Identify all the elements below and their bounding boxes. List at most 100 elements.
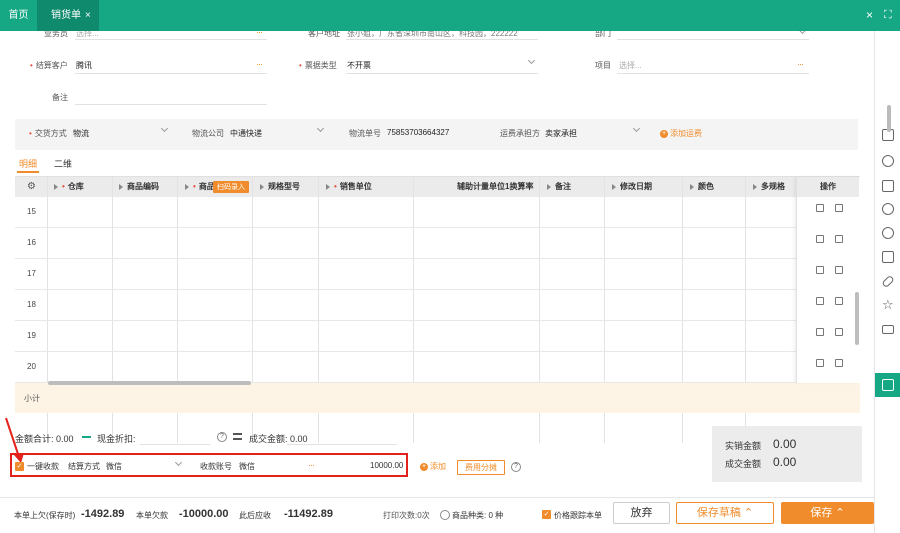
col-color[interactable]: 颜色 bbox=[690, 177, 714, 197]
copy-icon[interactable] bbox=[835, 297, 843, 305]
col-product-code[interactable]: 商品编码 bbox=[119, 177, 159, 197]
after-receivable-value: -11492.89 bbox=[284, 508, 333, 520]
copy-icon[interactable] bbox=[835, 359, 843, 367]
truck-icon[interactable] bbox=[882, 325, 894, 334]
col-spec[interactable]: 规格型号 bbox=[260, 177, 300, 197]
logistics-company-label: 物流公司 bbox=[192, 129, 224, 138]
settle-method-label: 结算方式 bbox=[68, 462, 100, 471]
account-input[interactable]: 微信 bbox=[239, 461, 255, 472]
one-click-collect-checkbox[interactable]: ✓ bbox=[15, 462, 24, 471]
discard-button[interactable]: 放弃 bbox=[613, 502, 670, 524]
table-row[interactable]: 19 bbox=[15, 321, 860, 352]
invoice-type-chevron-icon[interactable] bbox=[527, 56, 536, 65]
deal-amount-underline bbox=[287, 444, 397, 445]
page-scrollbar[interactable] bbox=[887, 105, 891, 132]
freight-payer-label: 运费承担方 bbox=[500, 129, 540, 138]
table-row[interactable]: 16 bbox=[15, 228, 860, 259]
project-picker-icon[interactable]: ··· bbox=[797, 59, 804, 69]
shield-icon[interactable] bbox=[882, 155, 894, 167]
close-tab-icon[interactable]: × bbox=[85, 10, 91, 21]
col-sales-unit[interactable]: • 销售单位 bbox=[326, 177, 372, 197]
remark-input[interactable] bbox=[75, 104, 267, 105]
delete-icon[interactable] bbox=[816, 266, 824, 274]
scan-entry-tag[interactable]: 扫码录入 bbox=[213, 181, 249, 193]
project-input[interactable]: 选择... bbox=[619, 60, 642, 71]
invoice-type-select[interactable]: 不开票 bbox=[347, 60, 371, 71]
grid-settings-icon[interactable]: ⚙ bbox=[27, 177, 36, 197]
fee-split-button[interactable]: 费用分摊 bbox=[457, 460, 505, 475]
star-icon[interactable]: ☆ bbox=[882, 298, 894, 311]
smile-icon[interactable] bbox=[882, 227, 894, 239]
delete-icon[interactable] bbox=[816, 204, 824, 212]
product-kinds-icon bbox=[440, 510, 450, 520]
tab-sales-order[interactable]: 销货单 × bbox=[37, 0, 99, 31]
copy-icon[interactable] bbox=[835, 235, 843, 243]
col-aux-unit-rate[interactable]: 辅助计量单位1换算率 bbox=[457, 177, 533, 197]
table-row[interactable]: 20 bbox=[15, 352, 860, 383]
cash-discount-label: 现金折扣: bbox=[97, 434, 136, 444]
delete-icon[interactable] bbox=[816, 297, 824, 305]
col-ops: 操作 bbox=[797, 177, 859, 197]
add-freight-link[interactable]: + 添加运费 bbox=[660, 128, 702, 139]
top-bar: 首页 销货单 × × ⛶ bbox=[0, 0, 900, 31]
refresh-icon[interactable] bbox=[882, 203, 894, 215]
col-multi-spec[interactable]: 多规格 bbox=[753, 177, 785, 197]
delete-icon[interactable] bbox=[816, 328, 824, 336]
fee-help-icon[interactable]: ? bbox=[511, 462, 521, 472]
delete-icon[interactable] bbox=[816, 359, 824, 367]
settle-customer-input[interactable]: 腾讯 bbox=[76, 60, 92, 71]
tab-sales-order-label: 销货单 bbox=[51, 10, 81, 21]
department-underline bbox=[617, 39, 809, 40]
link-icon[interactable] bbox=[881, 274, 895, 289]
col-remark[interactable]: 备注 bbox=[547, 177, 571, 197]
salesman-underline bbox=[75, 39, 267, 40]
col-product[interactable]: • 商品 bbox=[185, 177, 215, 197]
copy-icon[interactable] bbox=[835, 204, 843, 212]
payment-amount-input[interactable]: 10000.00 bbox=[370, 461, 403, 470]
add-payment-link[interactable]: + 添加 bbox=[420, 461, 446, 472]
col-modify-date[interactable]: 修改日期 bbox=[612, 177, 652, 197]
tab-home[interactable]: 首页 bbox=[0, 0, 37, 31]
table-row[interactable]: 18 bbox=[15, 290, 860, 321]
tab-detail-underline bbox=[17, 171, 39, 173]
account-picker-icon[interactable]: ··· bbox=[308, 460, 315, 470]
invoice-type-label: • 票据类型 bbox=[299, 61, 337, 70]
project-label: 项目 bbox=[595, 61, 611, 70]
salesman-input[interactable]: 选择... bbox=[76, 31, 99, 39]
grid-horizontal-scrollbar[interactable] bbox=[48, 381, 251, 385]
salesman-picker-icon[interactable]: ··· bbox=[256, 31, 263, 37]
delivery-method-select[interactable]: 物流 bbox=[73, 128, 89, 139]
cur-debt-label: 本单欠款 bbox=[136, 511, 168, 520]
help-icon[interactable]: ? bbox=[217, 432, 227, 442]
delete-icon[interactable] bbox=[816, 235, 824, 243]
col-warehouse[interactable]: • 仓库 bbox=[54, 177, 84, 197]
grid-vertical-scrollbar[interactable] bbox=[855, 292, 859, 345]
save-button[interactable]: 保存 ⌃ bbox=[781, 502, 874, 524]
freight-payer-select[interactable]: 卖家承担 bbox=[545, 128, 577, 139]
copy-icon[interactable] bbox=[835, 328, 843, 336]
settle-method-select[interactable]: 微信 bbox=[106, 461, 122, 472]
copy-icon[interactable] bbox=[835, 266, 843, 274]
logistics-company-select[interactable]: 中通快递 bbox=[230, 128, 262, 139]
product-kinds: 商品种类: 0 种 bbox=[452, 511, 504, 520]
bill-icon[interactable] bbox=[882, 251, 894, 263]
tab-matrix[interactable]: 二维 bbox=[54, 157, 72, 170]
table-row[interactable]: 17 bbox=[15, 259, 860, 290]
window-close-icon[interactable]: × bbox=[866, 0, 873, 31]
settle-customer-picker-icon[interactable]: ··· bbox=[256, 59, 263, 69]
table-row[interactable]: 15 bbox=[15, 197, 860, 228]
customer-address-value[interactable]: 张小姐，广东省深圳市南山区，科技园，222222 bbox=[347, 31, 518, 39]
add-freight-icon: + bbox=[660, 129, 668, 138]
tab-detail[interactable]: 明细 bbox=[19, 157, 37, 170]
totals-panel: 实销金额 0.00 成交金额 0.00 bbox=[712, 426, 862, 482]
fullscreen-icon[interactable]: ⛶ bbox=[884, 0, 892, 31]
minus-icon bbox=[82, 436, 91, 438]
save-draft-button[interactable]: 保存草稿 ⌃ bbox=[676, 502, 774, 524]
actual-amount-label: 实销金额 bbox=[725, 441, 762, 451]
warehouse-icon[interactable] bbox=[882, 180, 894, 192]
expand-icon[interactable] bbox=[882, 379, 894, 391]
cash-discount-input[interactable] bbox=[140, 444, 210, 445]
tracking-no-input[interactable]: 75853703664327 bbox=[387, 128, 449, 137]
department-chevron-icon[interactable] bbox=[798, 31, 807, 35]
price-follow-checkbox[interactable]: ✓ bbox=[542, 510, 551, 519]
